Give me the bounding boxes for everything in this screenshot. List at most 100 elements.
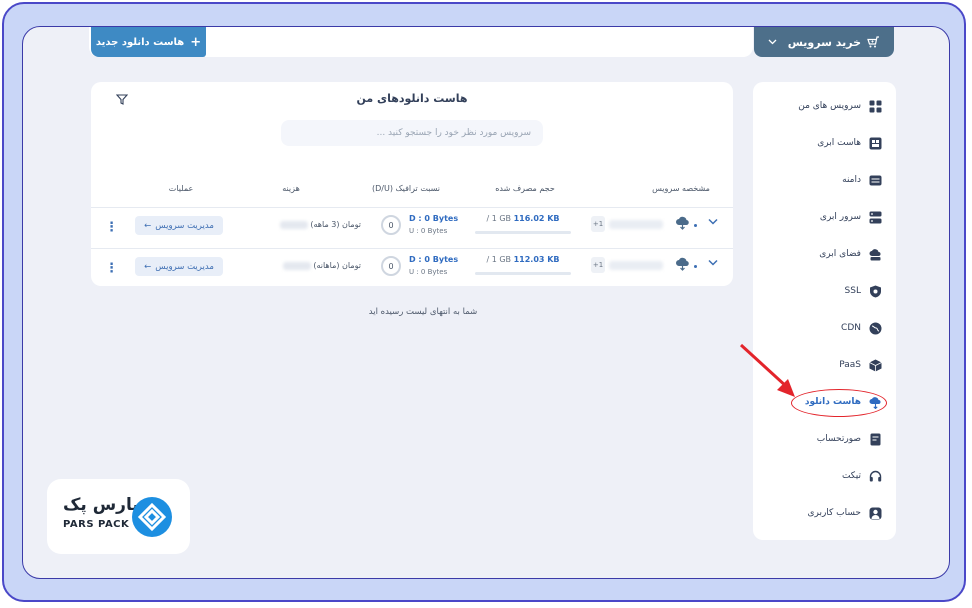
service-count-chip: +1 (591, 216, 605, 232)
sidebar-item-label: PaaS (839, 360, 861, 370)
column-header-traffic: نسبت ترافیک (D/U) (372, 184, 440, 193)
cost-text: تومان (ماهانه) (313, 261, 361, 270)
manage-service-button[interactable]: مدیریت سرویس ← (135, 216, 223, 235)
blurred-price (282, 261, 311, 270)
cost-cell: تومان (3 ماهه) (251, 220, 361, 229)
download-traffic: D : 0 Bytes (409, 255, 459, 264)
blurred-price (279, 220, 308, 229)
usage-total: / 1 GB (486, 255, 512, 264)
sidebar-item-label: SSL (844, 286, 861, 296)
logo-mark-icon (132, 497, 172, 537)
buy-service-button[interactable]: خرید سرویس (754, 27, 894, 57)
table-row: ⋮ مدیریت سرویس ← تومان (3 ماهه) 0 D : 0 … (91, 209, 733, 247)
cost-cell: تومان (ماهانه) (251, 261, 361, 270)
globe-icon (869, 322, 882, 334)
more-options-icon[interactable]: ⋮ (105, 221, 118, 234)
search-input[interactable] (281, 120, 543, 146)
domain-icon (869, 175, 882, 185)
highlight-annotation (791, 389, 887, 417)
column-header-actions: عملیات (168, 184, 194, 193)
cost-text: تومان (3 ماهه) (310, 220, 361, 229)
sidebar-item-label: فضای ابری (819, 249, 861, 259)
cube-icon (869, 359, 882, 371)
sidebar-item-label: تیکت (841, 471, 861, 481)
sidebar-item-paas[interactable]: PaaS (839, 355, 882, 375)
server-icon (869, 211, 882, 223)
sidebar-item-domain[interactable]: دامنه (842, 170, 882, 190)
traffic-ratio-gauge: 0 (381, 215, 401, 235)
usage-progress-bar (475, 272, 571, 275)
shield-icon (870, 285, 881, 297)
arrow-left-icon: ← (144, 220, 152, 231)
sidebar-item-label: صورتحساب (816, 434, 861, 444)
sidebar-item-label: حساب کاربری (807, 508, 861, 518)
sidebar-item-label: CDN (841, 323, 861, 333)
blurred-service-name (609, 261, 663, 270)
usage-text: / 1 GB 112.03 KB (475, 255, 571, 264)
usage-used: 112.03 KB (513, 255, 560, 264)
more-options-icon[interactable]: ⋮ (105, 262, 118, 275)
status-dot (694, 265, 697, 268)
cloud-download-icon (676, 216, 689, 230)
usage-total: / 1 GB (486, 214, 512, 223)
traffic-ratio-gauge: 0 (381, 256, 401, 276)
download-hosts-card: هاست دانلودهای من مشخصه سرویس حجم مصرف ش… (91, 82, 733, 286)
column-header-cost: هزینه (282, 184, 300, 193)
manage-service-label: مدیریت سرویس (155, 261, 214, 272)
status-dot (694, 224, 697, 227)
logo-text-fa: پارس پک (63, 495, 139, 515)
column-header-usage: حجم مصرف شده (495, 184, 555, 193)
sidebar-item-label: سرویس های من (798, 101, 861, 111)
cart-icon (867, 36, 879, 48)
chevron-down-icon (768, 39, 777, 45)
plus-icon: + (190, 34, 202, 50)
cloud-host-icon (869, 137, 882, 149)
sidebar-item-cloud-storage[interactable]: فضای ابری (819, 244, 882, 264)
service-count-chip: +1 (591, 257, 605, 273)
sidebar: سرویس های من هاست ابری دامنه سرور ابری ف… (753, 82, 896, 540)
app-window: + هاست دانلود جدید خرید سرویس هاست دانلو… (22, 26, 950, 579)
blurred-service-name (609, 220, 663, 229)
end-of-list-message: شما به انتهای لیست رسیده اید (368, 307, 478, 317)
chevron-down-icon[interactable] (708, 259, 718, 266)
table-row: ⋮ مدیریت سرویس ← تومان (ماهانه) 0 D : 0 … (91, 250, 733, 288)
sidebar-item-cloud-server[interactable]: سرور ابری (820, 207, 882, 227)
page-title: هاست دانلودهای من (356, 92, 468, 105)
filter-icon[interactable] (116, 94, 128, 105)
user-icon (869, 507, 882, 519)
usage-used: 116.02 KB (513, 214, 560, 223)
sidebar-item-ticket[interactable]: تیکت (842, 466, 882, 486)
sidebar-item-cdn[interactable]: CDN (841, 318, 882, 338)
new-download-host-label: هاست دانلود جدید (95, 36, 185, 48)
usage-text: / 1 GB 116.02 KB (475, 214, 571, 223)
storage-icon (869, 248, 881, 260)
row-divider (91, 248, 733, 249)
headset-icon (869, 470, 882, 481)
manage-service-button[interactable]: مدیریت سرویس ← (135, 257, 223, 276)
upload-traffic: U : 0 Bytes (409, 268, 448, 276)
cloud-download-icon (676, 257, 689, 271)
invoice-icon (870, 433, 881, 445)
row-divider (91, 207, 733, 208)
arrow-left-icon: ← (144, 261, 152, 272)
manage-service-label: مدیریت سرویس (155, 220, 214, 231)
sidebar-item-my-services[interactable]: سرویس های من (798, 96, 882, 116)
sidebar-item-account[interactable]: حساب کاربری (807, 503, 882, 523)
sidebar-item-label: دامنه (842, 175, 861, 185)
sidebar-item-cloud-host[interactable]: هاست ابری (817, 133, 882, 153)
new-download-host-button[interactable]: + هاست دانلود جدید (91, 27, 206, 57)
red-arrow-annotation (739, 343, 795, 397)
sidebar-item-label: سرور ابری (819, 212, 861, 222)
parspack-logo: پارس پک PARS PACK (47, 479, 190, 554)
column-header-service: مشخصه سرویس (652, 184, 710, 193)
chevron-down-icon[interactable] (708, 218, 718, 225)
logo-text-en: PARS PACK (63, 519, 130, 530)
grid-icon (869, 100, 882, 112)
sidebar-item-label: هاست ابری (817, 138, 861, 148)
usage-progress-bar (475, 231, 571, 234)
sidebar-item-invoice[interactable]: صورتحساب (817, 429, 882, 449)
download-traffic: D : 0 Bytes (409, 214, 459, 223)
upload-traffic: U : 0 Bytes (409, 227, 448, 235)
buy-service-label: خرید سرویس (787, 35, 861, 49)
sidebar-item-ssl[interactable]: SSL (845, 281, 882, 301)
